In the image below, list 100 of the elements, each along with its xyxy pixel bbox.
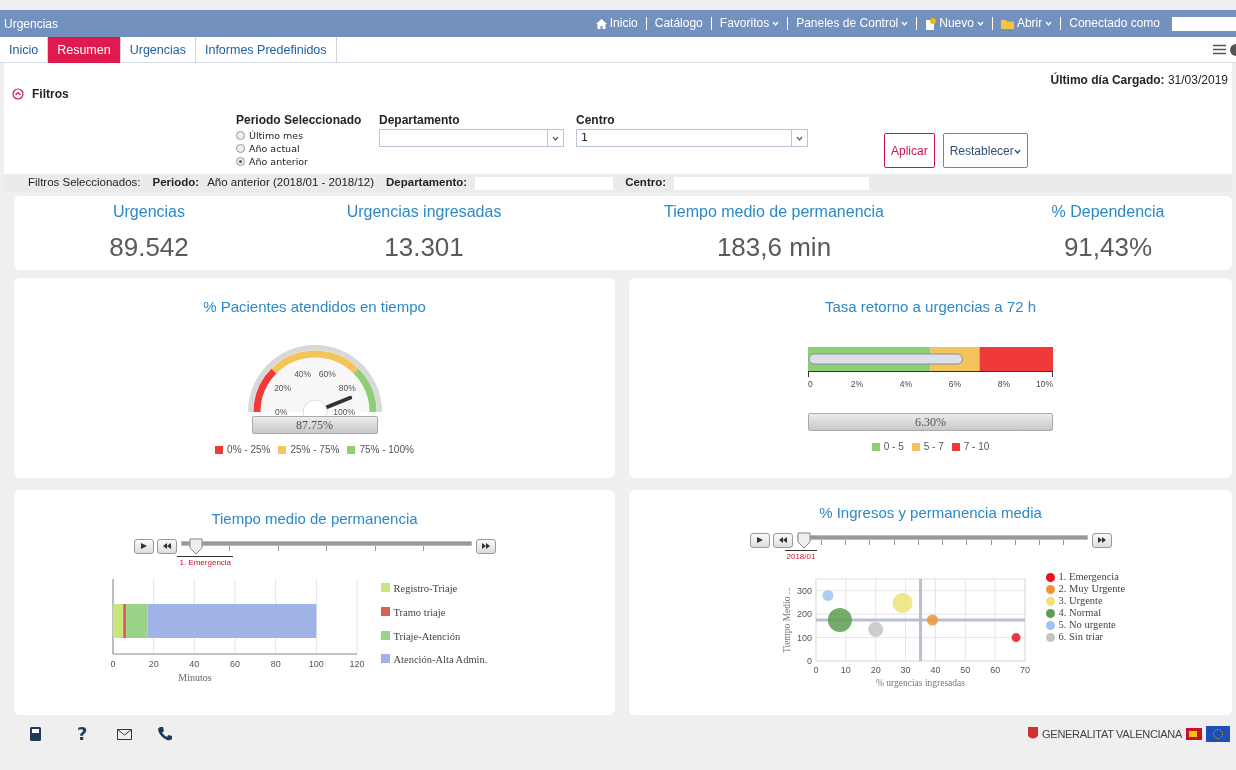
- reset-button[interactable]: Restablecer: [942, 133, 1028, 168]
- play-icon: [138, 543, 149, 549]
- emblem-icon: [1028, 727, 1039, 741]
- field-label: Departamento: [379, 112, 461, 129]
- tick-label: 100%: [332, 407, 355, 416]
- tick-label: 200: [796, 609, 812, 620]
- kpi-label: Urgencias: [113, 202, 185, 222]
- tick-label: 50: [959, 665, 970, 675]
- bubble: [827, 608, 852, 632]
- tick-label: 0: [813, 665, 818, 675]
- slider-track[interactable]: [796, 531, 1088, 549]
- bar-reading: 6.30%: [808, 413, 1053, 431]
- kpi-label: Urgencias ingresadas: [346, 202, 502, 222]
- radio-button[interactable]: [236, 157, 245, 166]
- tick-label: 100: [796, 632, 812, 643]
- rewind-icon: [161, 543, 172, 549]
- play-button[interactable]: [749, 532, 770, 548]
- radio-option[interactable]: Último mes: [236, 129, 304, 142]
- kpi-value: 89.542: [109, 231, 189, 264]
- eu-flag-icon: [1206, 726, 1230, 742]
- filter-value: Año anterior (2018/01 - 2018/12): [207, 175, 374, 191]
- filter-label: Departamento:: [386, 175, 468, 191]
- fast-forward-icon: [480, 543, 491, 549]
- folder-icon: [1000, 18, 1014, 29]
- panel-title: Tasa retorno a urgencias a 72 h: [825, 298, 1036, 316]
- dropdown-field[interactable]: [379, 129, 564, 147]
- calculator-icon: [30, 727, 41, 741]
- axis-title: % urgencias ingresadas: [875, 678, 965, 688]
- axis-title: Minutos: [177, 672, 212, 683]
- tick-label: 10: [840, 665, 851, 675]
- tick-label: 20: [148, 659, 159, 669]
- panel-title: % Pacientes atendidos en tiempo: [203, 298, 426, 316]
- caret-icon: [976, 21, 984, 26]
- dropdown-field[interactable]: 1: [576, 129, 808, 147]
- kpi-value: 183,6 min: [716, 231, 832, 264]
- legend-label: Triaje-Atención: [393, 629, 461, 644]
- tick-label: 4%: [899, 379, 913, 389]
- kpi-label: % Dependencia: [1051, 202, 1165, 222]
- field-label: Periodo Seleccionado: [236, 112, 363, 129]
- slider-value-label: 1. Emergencia: [177, 556, 234, 569]
- tick-label: 70: [1019, 665, 1030, 675]
- kpi-value: 13.301: [384, 231, 464, 264]
- caret-icon: [796, 135, 803, 141]
- tick-label: 0: [806, 656, 812, 666]
- legend-label: 4. Normal: [1058, 607, 1102, 619]
- caret-icon: [1045, 21, 1053, 26]
- section-title: Filtros: [32, 86, 69, 103]
- radio-option[interactable]: Año anterior: [236, 155, 309, 168]
- document-icon: [925, 17, 937, 30]
- legend-label: 2. Muy Urgente: [1058, 583, 1126, 595]
- tick-label: 40: [929, 665, 940, 675]
- tab[interactable]: Resumen: [48, 37, 121, 63]
- gauge-reading: 87.75%: [251, 416, 378, 434]
- bubble: [1011, 633, 1021, 643]
- bubble: [821, 589, 833, 601]
- radio-button[interactable]: [236, 144, 245, 153]
- legend-label: Atención-Alta Admin.: [393, 653, 488, 668]
- legend-label: 5 - 7: [923, 440, 944, 454]
- play-button[interactable]: [133, 538, 154, 554]
- rewind-button[interactable]: [772, 532, 793, 548]
- legend-label: 7 - 10: [963, 440, 990, 454]
- help-link[interactable]: ?: [77, 725, 88, 743]
- menu-icon: [1213, 44, 1226, 55]
- legend-label: Registro-Triaje: [393, 582, 458, 596]
- fast-forward-button[interactable]: [1091, 532, 1112, 548]
- radio-button[interactable]: [236, 131, 245, 140]
- slider-thumb[interactable]: [188, 537, 203, 554]
- tick-label: 300: [796, 585, 812, 596]
- mail-icon: [117, 728, 133, 740]
- slider-thumb[interactable]: [796, 531, 811, 548]
- user-field[interactable]: [1172, 16, 1236, 31]
- tick-label: 0%: [274, 407, 287, 416]
- caret-icon: [1013, 148, 1021, 154]
- legend-label: 5. No urgente: [1058, 619, 1116, 631]
- tick-label: 20: [870, 665, 881, 675]
- legend-label: 75% - 100%: [359, 443, 414, 457]
- kpi-label: Tiempo medio de permanencia: [664, 202, 884, 222]
- apply-button[interactable]: Aplicar: [884, 133, 935, 168]
- caret-icon: [552, 135, 559, 141]
- kpi-value: 91,43%: [1063, 231, 1153, 264]
- tick-label: 30: [900, 665, 911, 675]
- radio-option[interactable]: Año actual: [236, 142, 300, 155]
- tick-label: 20%: [273, 383, 291, 394]
- tick-label: 0: [808, 379, 813, 389]
- home-icon: [595, 18, 607, 29]
- fast-forward-button[interactable]: [475, 538, 496, 554]
- tick-label: 60: [229, 659, 240, 669]
- legend-label: Tramo triaje: [393, 605, 446, 620]
- play-icon: [754, 537, 765, 543]
- legend-label: 0% - 25%: [227, 443, 271, 457]
- tick-label: 100: [308, 659, 324, 669]
- rewind-button[interactable]: [156, 538, 177, 554]
- tick-label: 40: [188, 659, 199, 669]
- tick-label: 120: [349, 659, 364, 669]
- slider-track[interactable]: [180, 537, 472, 555]
- bubble: [892, 592, 913, 613]
- caret-icon: [901, 21, 909, 26]
- tick-label: 10%: [1036, 379, 1053, 389]
- last-loaded-date: Último día Cargado: 31/03/2019: [1050, 71, 1228, 89]
- legend-label: 0 - 5: [883, 440, 904, 454]
